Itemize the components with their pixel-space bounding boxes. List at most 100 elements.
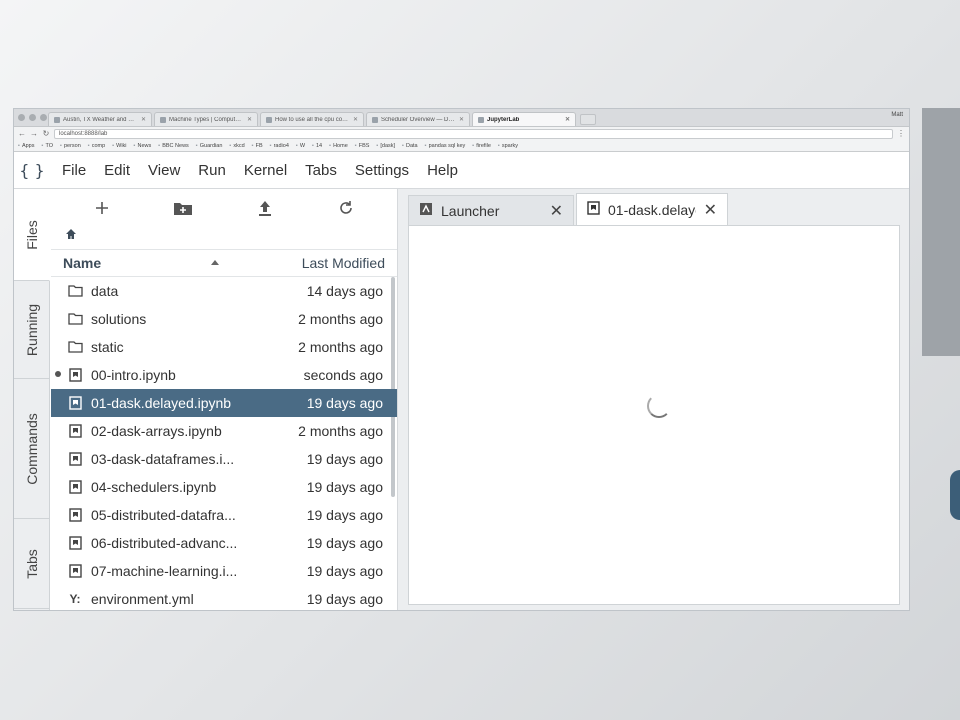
- browser-tab[interactable]: JupyterLab ✕: [472, 112, 576, 126]
- file-row[interactable]: solutions 2 months ago: [51, 305, 397, 333]
- menu-icon[interactable]: ⋮: [897, 129, 905, 138]
- sidebar-tab-label: Files: [23, 219, 40, 250]
- sidebar-tab-label: Running: [24, 303, 40, 356]
- favicon-icon: [54, 116, 60, 123]
- notebook-icon: [67, 507, 83, 523]
- bookmark-item[interactable]: person: [60, 143, 81, 149]
- close-tab-icon[interactable]: ✕: [459, 116, 464, 123]
- document-tab-label: Launcher: [441, 202, 500, 219]
- menu-kernel[interactable]: Kernel: [235, 153, 296, 189]
- menu-file[interactable]: File: [50, 153, 95, 189]
- reload-icon[interactable]: ↻: [42, 129, 50, 138]
- running-indicator-icon: [55, 371, 61, 377]
- file-modified: 19 days ago: [306, 507, 383, 523]
- new-launcher-icon[interactable]: [90, 196, 114, 220]
- bookmark-item[interactable]: pandas sql key: [425, 143, 466, 149]
- bookmark-item[interactable]: Wiki: [112, 143, 126, 149]
- browser-window: Austin, TX Weather and Radar ✕ Machine Typ…: [13, 108, 910, 611]
- browser-tab[interactable]: Scheduler Overview — Dask ✕: [366, 112, 470, 126]
- bookmark-item[interactable]: firefile: [472, 143, 491, 149]
- bookmark-item[interactable]: Apps: [18, 143, 35, 149]
- document-tab[interactable]: Launcher ✕: [408, 195, 574, 225]
- bookmark-item[interactable]: radio4: [270, 143, 289, 149]
- file-row[interactable]: 06-distributed-advanc... 19 days ago: [51, 529, 397, 557]
- file-row[interactable]: static 2 months ago: [51, 333, 397, 361]
- bookmarks-bar: Apps TO person comp Wiki News BBC News Guardian…: [14, 140, 909, 152]
- menu-tabs[interactable]: Tabs: [296, 153, 346, 189]
- bookmark-item[interactable]: sparky: [498, 143, 518, 149]
- close-tab-icon[interactable]: ✕: [565, 116, 570, 123]
- file-row[interactable]: 04-schedulers.ipynb 19 days ago: [51, 473, 397, 501]
- bookmark-item[interactable]: xkcd: [229, 143, 244, 149]
- new-folder-icon[interactable]: [171, 196, 195, 220]
- close-tab-icon[interactable]: ✕: [141, 116, 146, 123]
- home-icon[interactable]: [65, 227, 77, 245]
- bookmark-item[interactable]: TO: [42, 143, 53, 149]
- bookmark-item[interactable]: Home: [329, 143, 348, 149]
- refresh-icon[interactable]: [334, 196, 358, 220]
- file-browser: Name Last Modified data 14 days ago soluti…: [51, 189, 398, 610]
- close-tab-icon[interactable]: ✕: [704, 200, 717, 220]
- browser-tab-label: Austin, TX Weather and Radar: [63, 116, 138, 123]
- close-tab-icon[interactable]: ✕: [353, 116, 358, 123]
- menu-view[interactable]: View: [139, 153, 189, 189]
- window-controls[interactable]: [18, 114, 47, 121]
- folder-icon: [67, 283, 83, 299]
- bookmark-item[interactable]: Guardian: [196, 143, 223, 149]
- file-modified: seconds ago: [303, 367, 383, 383]
- file-modified: 19 days ago: [306, 535, 383, 551]
- url-input[interactable]: localhost:8888/lab: [54, 128, 893, 139]
- sidebar-tab-running[interactable]: Running: [14, 281, 50, 379]
- file-name: 01-dask.delayed.ipynb: [91, 395, 232, 411]
- notebook-icon: [67, 395, 83, 411]
- address-bar: ← → ↻ localhost:8888/lab ⋮: [14, 127, 909, 140]
- name-column-header[interactable]: Name: [63, 255, 302, 271]
- bookmark-item[interactable]: comp: [88, 143, 105, 149]
- sidebar-tab-tabs[interactable]: Tabs: [14, 519, 50, 609]
- file-name: data: [91, 283, 119, 299]
- browser-tab[interactable]: Machine Types | Compute Engine✕: [154, 112, 258, 126]
- profile-name[interactable]: Matt: [891, 112, 903, 118]
- menu-settings[interactable]: Settings: [346, 153, 418, 189]
- modified-column-header[interactable]: Last Modified: [302, 255, 385, 271]
- file-row[interactable]: 02-dask-arrays.ipynb 2 months ago: [51, 417, 397, 445]
- left-sidebar: Files Running Commands Tabs: [14, 189, 50, 610]
- bookmark-item[interactable]: Data: [402, 143, 418, 149]
- new-tab-button[interactable]: [580, 114, 596, 125]
- bookmark-item[interactable]: BBC News: [158, 143, 189, 149]
- document-tab[interactable]: 01-dask.delayec ✕: [576, 193, 728, 225]
- sidebar-tab-files[interactable]: Files: [14, 189, 50, 281]
- bookmark-item[interactable]: FBS: [355, 143, 370, 149]
- notebook-icon: [67, 535, 83, 551]
- bookmark-item[interactable]: 14: [312, 143, 322, 149]
- bookmark-item[interactable]: W: [296, 143, 305, 149]
- file-modified: 19 days ago: [306, 451, 383, 467]
- file-row[interactable]: Y: environment.yml 19 days ago: [51, 585, 397, 610]
- browser-tab-label: JupyterLab: [487, 116, 520, 123]
- file-row[interactable]: 00-intro.ipynb seconds ago: [51, 361, 397, 389]
- menu-edit[interactable]: Edit: [95, 153, 139, 189]
- browser-tab[interactable]: Austin, TX Weather and Radar ✕: [48, 112, 152, 126]
- menu-help[interactable]: Help: [418, 153, 467, 189]
- menu-run[interactable]: Run: [189, 153, 235, 189]
- file-row[interactable]: 07-machine-learning.i... 19 days ago: [51, 557, 397, 585]
- close-tab-icon[interactable]: ✕: [550, 201, 563, 221]
- file-name: 06-distributed-advanc...: [91, 535, 238, 551]
- sidebar-tab-commands[interactable]: Commands: [14, 379, 50, 519]
- favicon-icon: [266, 116, 272, 123]
- forward-icon[interactable]: →: [30, 129, 38, 138]
- browser-tab[interactable]: How to use all the cpu cores ✕: [260, 112, 364, 126]
- favicon-icon: [478, 116, 484, 123]
- file-row[interactable]: data 14 days ago: [51, 277, 397, 305]
- close-tab-icon[interactable]: ✕: [247, 116, 252, 123]
- sidebar-tab-label: Tabs: [23, 548, 40, 579]
- bookmark-item[interactable]: FB: [252, 143, 263, 149]
- file-row[interactable]: 05-distributed-datafra... 19 days ago: [51, 501, 397, 529]
- bookmark-item[interactable]: [dask]: [376, 143, 395, 149]
- file-row[interactable]: 03-dask-dataframes.i... 19 days ago: [51, 445, 397, 473]
- upload-icon[interactable]: [253, 196, 277, 220]
- file-name: 00-intro.ipynb: [91, 367, 176, 383]
- back-icon[interactable]: ←: [18, 129, 26, 138]
- file-row[interactable]: 01-dask.delayed.ipynb 19 days ago: [51, 389, 397, 417]
- bookmark-item[interactable]: News: [134, 143, 151, 149]
